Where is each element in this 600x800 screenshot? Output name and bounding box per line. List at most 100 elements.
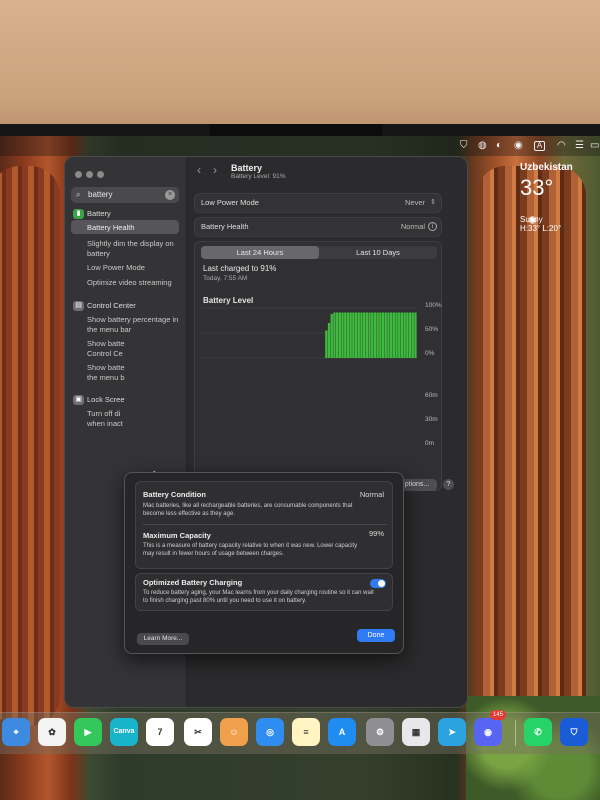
desktop-screen: ⛉ ◍ ◐ ◉ A ◠ ☰ ▭ Uzbekistan 33° ✺ Sunny H… (0, 136, 600, 800)
sidebar-item-turn-off-display[interactable]: Turn off di when inact (87, 409, 127, 429)
condition-capacity-card: Battery Condition Normal Mac batteries, … (135, 481, 393, 569)
learn-more-button[interactable]: Learn More... (137, 633, 189, 645)
battery-level-bar (363, 312, 366, 358)
title-bar: ‹ › Battery Battery Level: 91% (187, 157, 467, 185)
dock-app-contacts-icon[interactable]: ☺ (220, 718, 248, 746)
optimized-charging-description: To reduce battery aging, your Mac learns… (143, 590, 374, 604)
screen-axis-label-60m: 60m (425, 392, 438, 399)
dock-app-vpn-icon[interactable]: ⛉ (560, 718, 588, 746)
dock-app-telegram-icon[interactable]: ➤ (438, 718, 466, 746)
optimized-charging-title: Optimized Battery Charging (143, 578, 243, 587)
zoom-window-button[interactable] (97, 171, 104, 178)
battery-health-row[interactable]: Battery Health Normal i (194, 217, 442, 237)
dock-app-facetime-icon[interactable]: ▶ (74, 718, 102, 746)
screen-axis-label-30m: 30m (425, 416, 438, 423)
battery-level-bar (398, 312, 401, 358)
sidebar-item-low-power[interactable]: Low Power Mode (87, 263, 179, 273)
search-field[interactable]: ⌕ battery × (71, 187, 179, 203)
compass-icon[interactable]: ◉ (514, 140, 523, 152)
search-icon: ⌕ (76, 190, 81, 199)
battery-level-bar (403, 312, 406, 358)
back-icon[interactable]: ‹ (197, 163, 201, 177)
dock-app-safari-icon[interactable]: ◎ (256, 718, 284, 746)
maximum-capacity-description: This is a measure of battery capacity re… (143, 543, 358, 557)
battery-level-bar (352, 312, 355, 358)
optimized-charging-toggle[interactable] (370, 579, 386, 588)
sidebar-item-label: Battery (87, 209, 111, 218)
y-axis-label-100: 100% (425, 302, 442, 309)
maximum-capacity-title: Maximum Capacity (143, 531, 211, 540)
dock-app-maps-icon[interactable]: ⌖ (2, 718, 30, 746)
sidebar-item-label: Control Center (87, 301, 136, 310)
chevron-updown-icon[interactable]: ⇕ (430, 194, 436, 212)
dock-app-system-settings-icon[interactable]: ⚙ (366, 718, 394, 746)
sidebar-item-control-center[interactable]: ▤ Control Center (73, 301, 183, 311)
eye-icon[interactable]: ◐ (496, 140, 502, 152)
battery-level-bar (357, 312, 360, 358)
battery-condition-value: Normal (359, 490, 384, 499)
page-subtitle: Battery Level: 91% (231, 173, 286, 180)
y-axis-label-50: 50% (425, 326, 439, 333)
discord-notification-badge: 145 (490, 710, 506, 720)
battery-level-bar (327, 323, 331, 358)
control-center-icon: ▤ (73, 301, 84, 311)
dock-app-whatsapp-icon[interactable]: ✆ (524, 718, 552, 746)
battery-icon: ▮ (73, 209, 84, 219)
battery-level-bar (330, 314, 333, 358)
time-range-segmented-control: Last 24 Hours Last 10 Days (201, 246, 437, 259)
weather-widget[interactable]: Uzbekistan 33° ✺ Sunny H:33° L:20° (520, 162, 600, 252)
wall-background (0, 0, 600, 140)
dock-app-photos-icon[interactable]: ✿ (38, 718, 66, 746)
sidebar-item-battery-health[interactable]: Battery Health (87, 223, 179, 233)
battery-condition-description: Mac batteries, like all rechargeable bat… (143, 503, 353, 517)
sidebar-item-dim-display[interactable]: Slightly dim the display on battery (87, 239, 179, 259)
sidebar-item-battery-menu-bar[interactable]: Show batte the menu b (87, 363, 127, 383)
shield-icon[interactable]: ⛉ (460, 140, 468, 152)
dock-app-app-store-icon[interactable]: A (328, 718, 356, 746)
battery-health-value: Normal (400, 222, 425, 231)
wallpaper-tree-left (0, 166, 60, 726)
battery-level-bar (333, 312, 336, 358)
sidebar-item-lock-screen[interactable]: ▣ Lock Scree (73, 395, 133, 405)
control-center-icon[interactable]: ☰ (575, 140, 584, 152)
battery-level-bar (414, 312, 417, 358)
battery-health-dialog: Battery Condition Normal Mac batteries, … (124, 472, 404, 654)
sidebar-item-battery[interactable]: ▮ Battery (73, 209, 183, 219)
dock-app-notes-icon[interactable]: ≡ (292, 718, 320, 746)
battery-level-bar (346, 312, 350, 358)
info-icon[interactable]: i (428, 222, 437, 231)
battery-level-bar (344, 312, 347, 358)
battery-usage-panel: Last 24 Hours Last 10 Days Last charged … (194, 241, 442, 491)
minimize-window-button[interactable] (86, 171, 93, 178)
battery-level-bar (400, 312, 404, 358)
sidebar-item-video-streaming[interactable]: Optimize video streaming (87, 278, 179, 288)
forward-icon[interactable]: › (213, 163, 217, 177)
battery-level-bar (387, 312, 390, 358)
close-window-button[interactable] (75, 171, 82, 178)
sidebar-item-battery-control-center[interactable]: Show batte Control Ce (87, 339, 127, 359)
battery-level-bar (390, 312, 393, 358)
dock-app-canva-icon[interactable]: Canva (110, 718, 138, 746)
battery-menubar-icon[interactable]: ▭ (590, 140, 599, 152)
clear-search-icon[interactable]: × (165, 190, 175, 200)
done-button[interactable]: Done (357, 629, 395, 642)
dock-app-preview-icon[interactable]: ▦ (402, 718, 430, 746)
battery-level-bar (392, 312, 395, 358)
dock-app-capcut-icon[interactable]: ✂ (184, 718, 212, 746)
battery-level-bar (381, 312, 385, 358)
dock-app-calendar-icon[interactable]: 7 (146, 718, 174, 746)
sidebar-item-battery-percentage[interactable]: Show battery percentage in the menu bar (87, 315, 179, 335)
battery-level-bar (371, 312, 374, 358)
tab-last-24-hours[interactable]: Last 24 Hours (201, 246, 319, 259)
battery-level-bar (379, 312, 382, 358)
keyboard-input-icon[interactable]: A (534, 140, 545, 152)
dock-app-discord-icon[interactable]: ◉ (474, 718, 502, 746)
low-power-mode-select[interactable]: Never (405, 194, 425, 212)
wifi-icon[interactable]: ◠ (557, 140, 566, 152)
tab-last-10-days[interactable]: Last 10 Days (319, 246, 437, 259)
help-button[interactable]: ? (443, 479, 454, 490)
battery-level-bar (406, 312, 409, 358)
dock-separator (515, 720, 516, 746)
c-icon[interactable]: ◍ (478, 140, 487, 152)
divider (143, 524, 387, 525)
